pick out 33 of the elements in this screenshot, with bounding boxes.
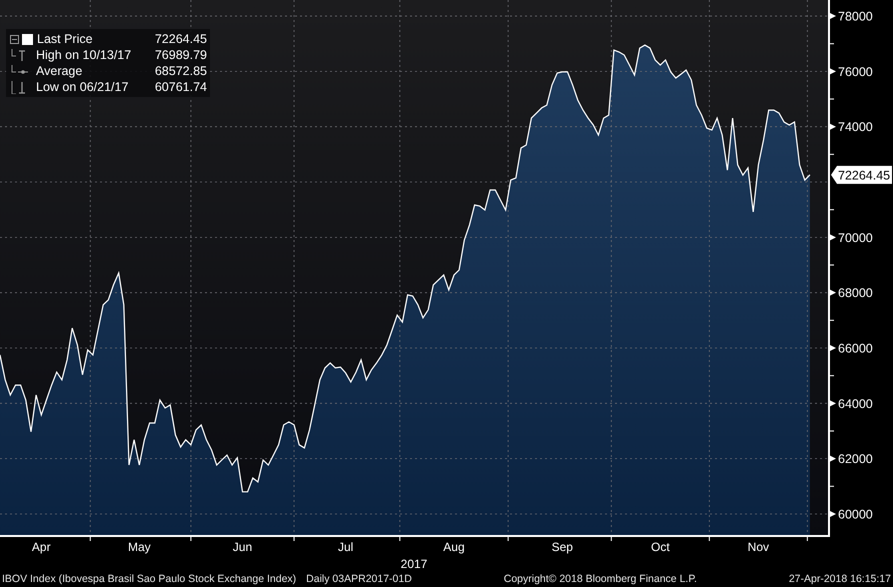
axis-label: 62000 — [838, 452, 873, 466]
month-label: Apr — [32, 540, 51, 554]
security-name: IBOV Index (Ibovespa Brasil Sao Paulo Stock Exchange Index) — [2, 573, 296, 585]
collapse-icon[interactable] — [10, 34, 19, 44]
month-label: Jul — [338, 540, 354, 554]
period-label: Daily 03APR2017-01D — [306, 573, 412, 585]
axis-label: 68000 — [838, 286, 873, 300]
legend-value: 60761.74 — [154, 80, 207, 94]
axis-label: 78000 — [838, 10, 873, 24]
legend-label: Average — [36, 64, 84, 78]
series-swatch — [22, 34, 33, 44]
month-label: Oct — [651, 540, 670, 554]
copyright-text: Copyright© 2018 Bloomberg Finance L.P. — [504, 573, 697, 585]
legend-value: 68572.85 — [154, 64, 207, 78]
axis-label: 64000 — [838, 396, 873, 411]
axis-label: 66000 — [838, 342, 873, 356]
last-price-tag: 72264.45 — [831, 166, 892, 184]
axis-label: 76000 — [838, 64, 873, 79]
timestamp: 27-Apr-2018 16:15:17 — [788, 573, 891, 585]
month-label: Jun — [232, 540, 252, 554]
legend-value: 72264.45 — [154, 32, 207, 46]
legend-label: Low on 06/21/17 — [36, 80, 130, 94]
axis-label: 70000 — [838, 230, 873, 245]
legend-label: Last Price — [37, 32, 94, 46]
month-label: May — [128, 540, 151, 554]
month-label: Nov — [748, 540, 770, 554]
month-label: Aug — [443, 540, 465, 554]
year-label: 2017 — [400, 557, 428, 571]
legend-label: High on 10/13/17 — [36, 48, 132, 62]
axis-label: 74000 — [838, 120, 873, 134]
legend-value: 76989.79 — [154, 48, 207, 62]
axis-label: 60000 — [838, 507, 873, 522]
month-label: Sep — [552, 540, 573, 554]
